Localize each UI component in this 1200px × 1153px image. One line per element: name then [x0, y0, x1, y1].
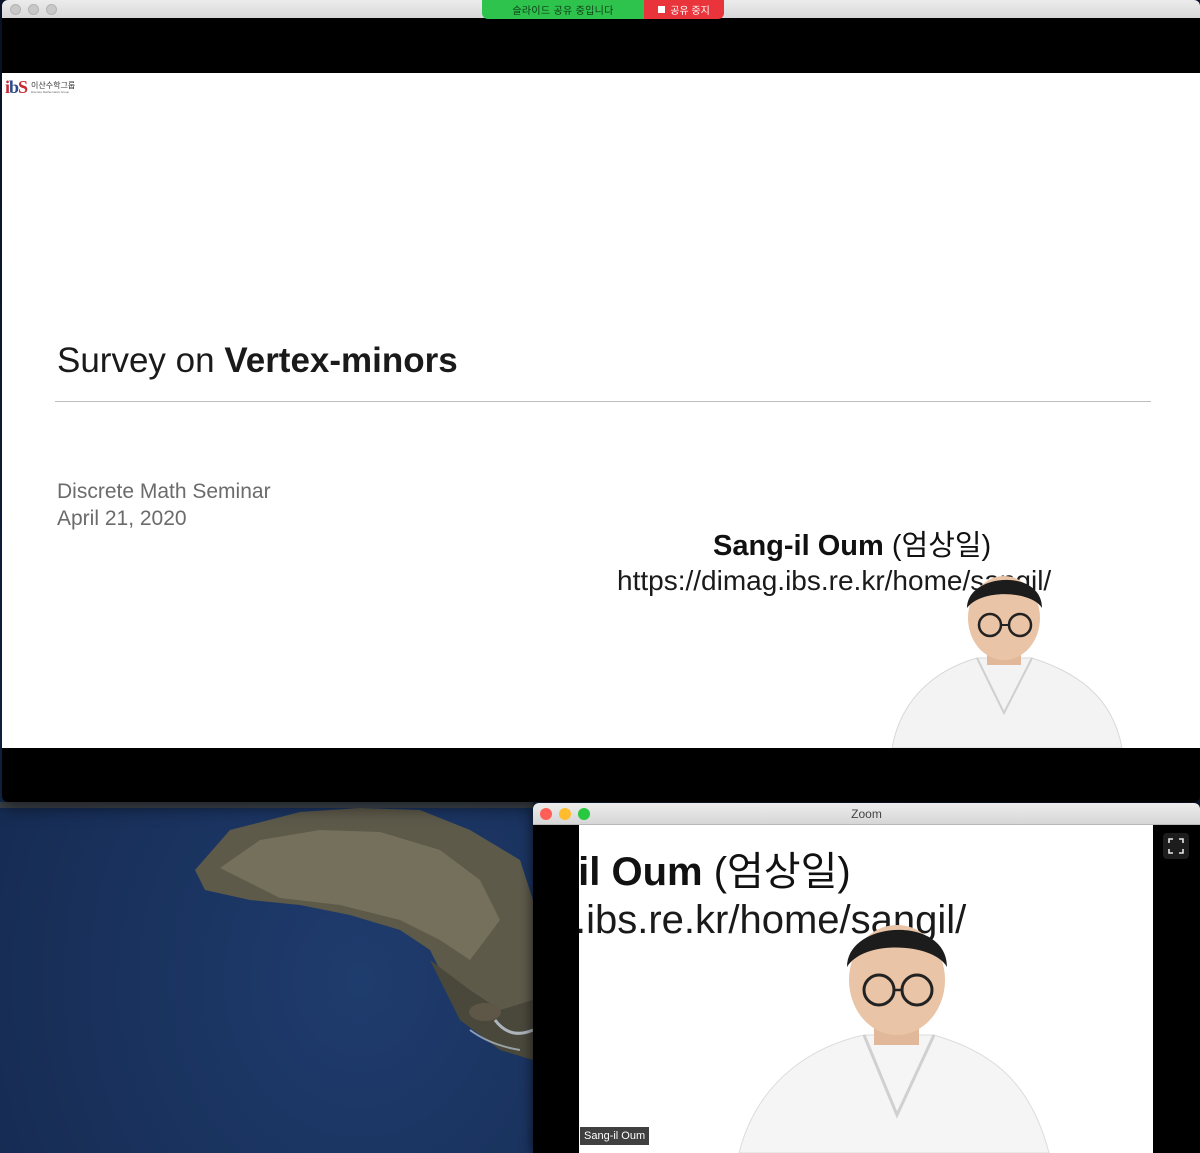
zoom-video-feed: Sang-il Oum (엄상일) https://dimag.ibs.re.k… [579, 825, 1153, 1153]
ibs-korean-name: 이산수학그룹 [31, 81, 76, 90]
slide-title: Survey on Vertex-minors [57, 341, 458, 380]
share-status-label: 슬라이드 공유 중입니다 [482, 0, 644, 19]
slide-canvas: ibS 이산수학그룹 Discrete Mathematics Group Su… [2, 73, 1200, 748]
stop-share-button[interactable]: 공유 중지 [644, 0, 724, 19]
screen-share-bar: 슬라이드 공유 중입니다 공유 중지 [482, 0, 724, 19]
event-date: April 21, 2020 [57, 507, 187, 530]
presenter-video [891, 576, 1123, 748]
zoom-button[interactable] [46, 4, 57, 15]
video-speaker-name: Sang-il Oum (엄상일) [579, 850, 851, 894]
ibs-english-name: Discrete Mathematics Group [31, 90, 70, 94]
fullscreen-icon [1168, 838, 1184, 854]
presentation-window: 슬라이드 공유 중입니다 공유 중지 ibS 이산수학그룹 Discrete M… [2, 0, 1200, 802]
title-divider [55, 401, 1151, 402]
stop-icon [658, 6, 666, 13]
zoom-window: Zoom Sang-il Oum (엄상일) https://dimag.ibs… [533, 803, 1200, 1153]
minimize-button[interactable] [28, 4, 39, 15]
event-name: Discrete Math Seminar [57, 480, 271, 503]
fullscreen-button[interactable] [1163, 833, 1189, 859]
ibs-mark: ibS [5, 77, 28, 97]
event-info: Discrete Math Seminar April 21, 2020 [57, 478, 271, 532]
participant-name-label: Sang-il Oum [580, 1127, 650, 1145]
zoom-titlebar: Zoom [533, 803, 1200, 825]
ibs-logo: ibS 이산수학그룹 Discrete Mathematics Group [5, 77, 75, 98]
speaker-name: Sang-il Oum (엄상일) [713, 530, 992, 562]
zoom-window-title: Zoom [851, 807, 882, 821]
close-button[interactable] [10, 4, 21, 15]
stop-share-label: 공유 중지 [670, 6, 710, 17]
presenter-video-large [738, 925, 1050, 1153]
